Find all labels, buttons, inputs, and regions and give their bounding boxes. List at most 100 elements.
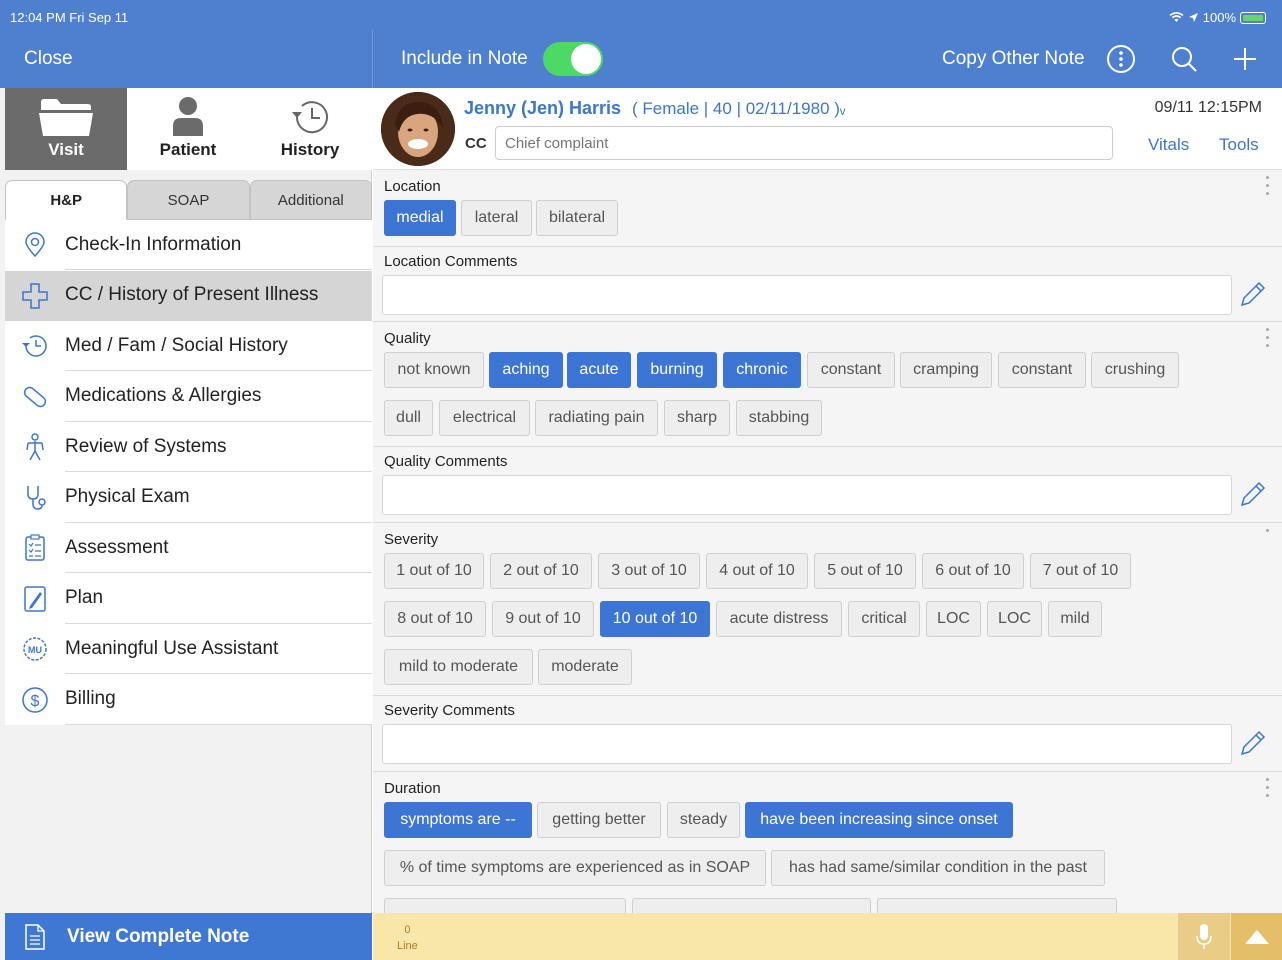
option-chip[interactable]: LOC [987,601,1042,637]
option-chip-partial[interactable] [384,898,626,913]
option-chip[interactable]: LOC [926,601,981,637]
option-chip[interactable]: not known [384,352,484,388]
sidebar-item-medications[interactable]: Medications & Allergies [5,372,372,423]
option-chip[interactable]: has had same/similar condition in the pa… [771,850,1105,886]
sidebar-item-cc-hpi[interactable]: CC / History of Present Illness [5,270,372,321]
document-icon [25,923,45,950]
pill-icon [23,386,47,407]
more-options-icon[interactable] [1266,529,1270,537]
svg-text:$: $ [31,693,40,710]
wifi-icon [1169,12,1184,22]
option-chip[interactable]: 8 out of 10 [384,601,486,637]
option-chip[interactable]: acute distress [716,601,842,637]
mode-visit[interactable]: Visit [5,88,127,170]
patient-photo [381,92,455,166]
mode-history[interactable]: History [249,88,371,170]
more-options-icon[interactable] [1266,176,1270,200]
option-chip[interactable]: 1 out of 10 [384,553,484,589]
option-chip[interactable]: moderate [538,649,632,685]
sidebar-item-physical-exam[interactable]: Physical Exam [5,473,372,524]
expand-up-button[interactable] [1231,913,1282,960]
info-icon[interactable] [1106,44,1136,74]
view-complete-note-button[interactable]: View Complete Note [5,913,372,960]
chief-complaint-input[interactable] [495,126,1113,160]
option-chip[interactable]: 9 out of 10 [492,601,594,637]
location-comments-field[interactable] [382,275,1232,315]
sidebar-item-billing[interactable]: $ Billing [5,675,372,726]
option-chip[interactable]: aching [489,352,563,388]
option-chip[interactable]: critical [848,601,920,637]
option-chip[interactable]: electrical [439,400,530,436]
option-chip[interactable]: have been increasing since onset [745,802,1013,838]
status-time: 12:04 PM Fri Sep 11 [10,10,129,25]
section-title: Quality Comments [384,453,508,470]
search-icon[interactable] [1169,44,1199,74]
option-chip[interactable]: getting better [537,802,661,838]
pencil-icon[interactable] [1238,728,1268,758]
pencil-icon[interactable] [1238,479,1268,509]
more-options-icon[interactable] [1266,328,1270,352]
dictation-bar: 0 Line [373,913,1282,960]
avatar[interactable] [381,92,455,166]
option-chip[interactable]: cramping [900,352,992,388]
option-chip[interactable]: bilateral [536,200,618,236]
option-chip[interactable]: dull [384,400,433,436]
quality-comments-field[interactable] [382,475,1232,515]
option-chip[interactable]: lateral [461,200,532,236]
option-chip[interactable]: 5 out of 10 [814,553,916,589]
option-chip[interactable]: steady [667,802,740,838]
sidebar-item-plan[interactable]: Plan [5,574,372,625]
close-button[interactable]: Close [24,48,73,70]
option-chip[interactable]: stabbing [736,400,822,436]
option-chip[interactable]: 3 out of 10 [598,553,700,589]
option-chip[interactable]: symptoms are -- [384,802,532,838]
tools-link[interactable]: Tools [1219,135,1259,155]
sidebar-item-assessment[interactable]: Assessment [5,523,372,574]
option-chip[interactable]: 4 out of 10 [706,553,808,589]
microphone-button[interactable] [1178,913,1230,960]
add-icon[interactable] [1230,44,1260,74]
patient-demographics[interactable]: ( Female | 40 | 02/11/1980 )ᵥ [632,99,845,119]
option-chip[interactable]: radiating pain [535,400,658,436]
option-chip[interactable]: acute [567,352,631,388]
option-chip[interactable]: mild [1048,601,1102,637]
status-bar: 12:04 PM Fri Sep 11 100% [0,0,1282,30]
toggle-knob [571,44,601,74]
option-chip[interactable]: 7 out of 10 [1030,553,1131,589]
option-chip[interactable]: constant [998,352,1086,388]
option-chip[interactable]: burning [637,352,717,388]
sidebar-item-label: Check-In Information [65,220,372,271]
option-chip[interactable]: crushing [1091,352,1179,388]
medical-cross-icon [22,283,48,309]
mode-switcher: Visit Patient History [5,88,372,170]
patient-name[interactable]: Jenny (Jen) Harris [464,98,621,119]
option-chip[interactable]: 10 out of 10 [600,601,710,637]
severity-comments-field[interactable] [382,724,1232,764]
option-chip[interactable]: 2 out of 10 [490,553,592,589]
include-in-note-toggle[interactable] [543,42,603,76]
sidebar-item-meaningful-use[interactable]: MU Meaningful Use Assistant [5,624,372,675]
option-chip-partial[interactable] [632,898,871,913]
vitals-link[interactable]: Vitals [1148,135,1189,155]
pencil-icon[interactable] [1238,279,1268,309]
option-chip[interactable]: medial [384,200,456,236]
more-options-icon[interactable] [1266,778,1270,802]
topbar-divider [372,30,373,88]
option-chip[interactable]: constant [807,352,895,388]
sidebar-item-label: Review of Systems [65,422,372,473]
option-chip[interactable]: mild to moderate [384,649,533,685]
option-chip[interactable]: 6 out of 10 [922,553,1024,589]
sidebar-item-check-in[interactable]: Check-In Information [5,220,372,271]
mode-patient[interactable]: Patient [127,88,249,170]
tab-hp[interactable]: H&P [5,180,128,220]
sidebar-item-review-of-systems[interactable]: Review of Systems [5,422,372,473]
option-chip[interactable]: % of time symptoms are experienced as in… [384,850,766,886]
sidebar-item-label: Assessment [65,523,372,574]
option-chip-partial[interactable] [877,898,1117,913]
tab-soap[interactable]: SOAP [127,180,250,220]
option-chip[interactable]: sharp [664,400,730,436]
sidebar-item-med-fam-social[interactable]: Med / Fam / Social History [5,321,372,372]
tab-additional[interactable]: Additional [249,180,372,220]
copy-other-note-button[interactable]: Copy Other Note [942,48,1085,70]
option-chip[interactable]: chronic [723,352,801,388]
